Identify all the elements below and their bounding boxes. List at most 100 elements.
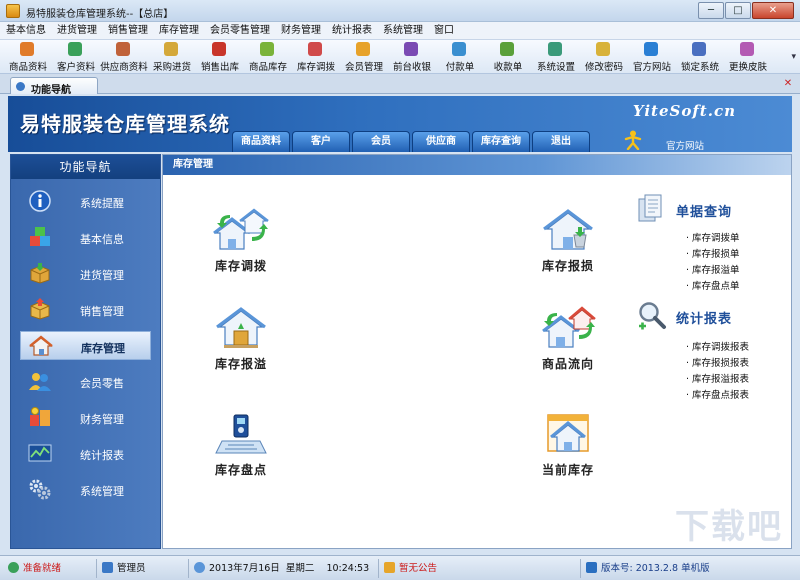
function-label: 当前库存	[541, 463, 594, 477]
sidebar-item-system-alerts[interactable]: 系统提醒	[20, 187, 151, 216]
toolbar-purchase-button[interactable]: 采购进货	[148, 40, 196, 74]
toolbar-label: 采购进货	[152, 62, 191, 73]
toolbar-password-button[interactable]: 修改密码	[580, 40, 628, 74]
toolbar-products-button[interactable]: 商品资料	[4, 40, 52, 74]
quick-tab-stock-query[interactable]: 库存查询	[472, 131, 530, 152]
sidebar-item-purchase[interactable]: 进货管理	[20, 259, 151, 288]
toolbar-label: 会员管理	[344, 62, 383, 73]
quick-tab-products[interactable]: 商品资料	[232, 131, 290, 152]
function-current-stock[interactable]: 当前库存	[523, 411, 613, 477]
tab-close-icon[interactable]: ✕	[782, 78, 794, 90]
house-icon	[29, 335, 53, 356]
toolbar-members-button[interactable]: 会员管理	[340, 40, 388, 74]
menu-sales[interactable]: 销售管理	[108, 22, 148, 39]
sidebar-item-inventory[interactable]: 库存管理	[20, 331, 151, 360]
toolbar-label: 库存调拨	[296, 62, 335, 73]
toolbar-cashier-button[interactable]: 前台收银	[388, 40, 436, 74]
flow-warehouse-icon	[542, 306, 596, 348]
figure-icon	[624, 130, 642, 150]
function-stock-overflow[interactable]: 库存报溢	[196, 305, 286, 371]
toolbar-lock-button[interactable]: 锁定系统	[676, 40, 724, 74]
suppliers-icon	[116, 42, 130, 56]
sidebar-item-basic-info[interactable]: 基本信息	[20, 223, 151, 252]
toolbar-label: 商品资料	[8, 62, 47, 73]
toolbar-stock-button[interactable]: 商品库存	[244, 40, 292, 74]
sidebar-item-system[interactable]: 系统管理	[20, 475, 151, 504]
link-loss-doc[interactable]: 库存报损单	[686, 247, 740, 263]
finance-icon	[30, 407, 50, 426]
nav-tab-icon	[16, 82, 25, 91]
toolbar-settings-button[interactable]: 系统设置	[532, 40, 580, 74]
function-stock-transfer[interactable]: 库存调拨	[196, 207, 286, 273]
menu-system[interactable]: 系统管理	[383, 22, 423, 39]
app-icon	[6, 4, 20, 18]
sidebar-item-reports[interactable]: 统计报表	[20, 439, 151, 468]
menu-purchase[interactable]: 进货管理	[57, 22, 97, 39]
statistics-report-group: 统计报表 库存调拨报表 库存报损报表 库存报溢报表 库存盘点报表	[636, 300, 749, 404]
menu-member-retail[interactable]: 会员零售管理	[210, 22, 270, 39]
sidebar-item-member-retail[interactable]: 会员零售	[20, 367, 151, 396]
window-controls: ─ □ ✕	[697, 2, 794, 19]
documents-icon	[638, 194, 662, 222]
minimize-button[interactable]: ─	[698, 2, 724, 19]
chart-icon	[28, 444, 52, 462]
title-bar: 易特服装仓库管理系统--【总店】 ─ □ ✕	[0, 0, 800, 22]
menu-reports[interactable]: 统计报表	[332, 22, 372, 39]
panel-title: 库存管理	[163, 155, 791, 175]
quick-tab-members[interactable]: 会员	[352, 131, 410, 152]
toolbar-overflow-icon[interactable]: ▾	[791, 52, 796, 62]
function-label: 商品流向	[541, 357, 594, 371]
link-loss-report[interactable]: 库存报损报表	[686, 356, 749, 372]
toolbar-suppliers-button[interactable]: 供应商资料	[100, 40, 148, 74]
sidebar-item-label: 系统提醒	[80, 197, 124, 210]
toolbar-sales-out-button[interactable]: 销售出库	[196, 40, 244, 74]
quick-tab-exit[interactable]: 退出	[532, 131, 590, 152]
link-transfer-doc[interactable]: 库存调拨单	[686, 231, 740, 247]
menu-basic-info[interactable]: 基本信息	[6, 22, 46, 39]
official-site-link[interactable]: 官方网站	[666, 138, 704, 152]
link-overflow-report[interactable]: 库存报溢报表	[686, 372, 749, 388]
menu-inventory[interactable]: 库存管理	[159, 22, 199, 39]
function-stock-loss[interactable]: 库存报损	[523, 207, 613, 273]
tab-function-nav[interactable]: 功能导航	[10, 77, 98, 96]
sidebar-item-sales[interactable]: 销售管理	[20, 295, 151, 324]
link-overflow-doc[interactable]: 库存报溢单	[686, 263, 740, 279]
settings-icon	[548, 42, 562, 56]
toolbar-label: 付款单	[445, 62, 475, 73]
gears-icon	[29, 479, 51, 500]
magnifier-icon	[639, 302, 666, 330]
sidebar-item-finance[interactable]: 财务管理	[20, 403, 151, 432]
stock-icon	[260, 42, 274, 56]
info-icon	[29, 190, 51, 212]
toolbar-website-button[interactable]: 官方网站	[628, 40, 676, 74]
notice-icon	[384, 562, 395, 573]
toolbar-customers-button[interactable]: 客户资料	[52, 40, 100, 74]
link-count-doc[interactable]: 库存盘点单	[686, 279, 740, 295]
link-transfer-report[interactable]: 库存调拨报表	[686, 340, 749, 356]
function-stock-count[interactable]: 库存盘点	[196, 411, 286, 477]
link-count-report[interactable]: 库存盘点报表	[686, 388, 749, 404]
toolbar-transfer-button[interactable]: 库存调拨	[292, 40, 340, 74]
menu-finance[interactable]: 财务管理	[281, 22, 321, 39]
maximize-button[interactable]: □	[725, 2, 751, 19]
toolbar-skin-button[interactable]: 更换皮肤	[724, 40, 772, 74]
sidebar-item-label: 基本信息	[80, 233, 124, 246]
quick-tab-suppliers[interactable]: 供应商	[412, 131, 470, 152]
close-button[interactable]: ✕	[752, 2, 794, 19]
sidebar-item-label: 财务管理	[80, 413, 124, 426]
toolbar-label: 修改密码	[584, 62, 623, 73]
menu-window[interactable]: 窗口	[434, 22, 454, 39]
function-label: 库存报损	[541, 259, 594, 273]
toolbar-payment-button[interactable]: 付款单	[436, 40, 484, 74]
status-bar: 准备就绪 管理员 2013年7月16日 星期二 10:24:53 暂无公告 版本…	[0, 555, 800, 580]
toolbar-label: 系统设置	[536, 62, 575, 73]
sidebar: 功能导航 系统提醒 基本信息 进货管理 销售管理 库存管理 会员零售 财务管理 …	[10, 154, 161, 549]
ready-icon	[8, 562, 19, 573]
function-product-flow[interactable]: 商品流向	[523, 305, 613, 371]
quick-tab-customers[interactable]: 客户	[292, 131, 350, 152]
function-label: 库存报溢	[214, 357, 267, 371]
status-user: 管理员	[102, 561, 146, 576]
toolbar-receipt-button[interactable]: 收款单	[484, 40, 532, 74]
document-query-title: 单据查询	[676, 205, 733, 220]
function-label: 库存盘点	[214, 463, 267, 477]
